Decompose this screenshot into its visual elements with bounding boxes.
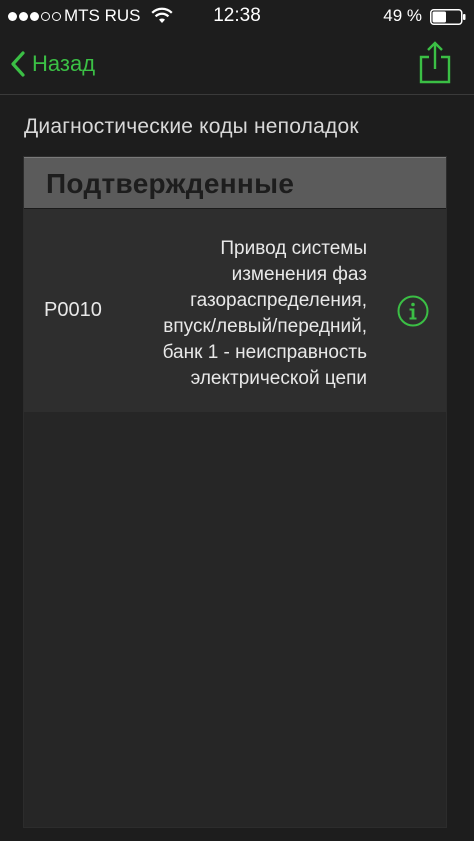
status-bar: MTS RUS 12:38 49 % [0, 0, 474, 34]
section-title: Диагностические коды неполадок [24, 115, 359, 138]
navigation-bar: Назад [0, 34, 474, 95]
info-icon[interactable] [397, 295, 429, 327]
share-icon[interactable] [418, 40, 452, 84]
chevron-left-icon [11, 51, 25, 77]
codes-panel: Подтвержденные P0010 Привод системы изме… [24, 157, 446, 827]
battery-icon [430, 9, 466, 25]
panel-header: Подтвержденные [24, 157, 446, 209]
back-button-label: Назад [32, 51, 96, 76]
code-description: Привод системы изменения фаз газораспред… [162, 238, 367, 389]
list-item[interactable]: P0010 Привод системы изменения фаз газор… [24, 209, 446, 412]
trouble-code: P0010 [44, 299, 102, 321]
battery-percentage: 49 % [383, 6, 422, 25]
back-button[interactable]: Назад [10, 48, 95, 80]
panel-header-label: Подтвержденные [46, 168, 295, 199]
